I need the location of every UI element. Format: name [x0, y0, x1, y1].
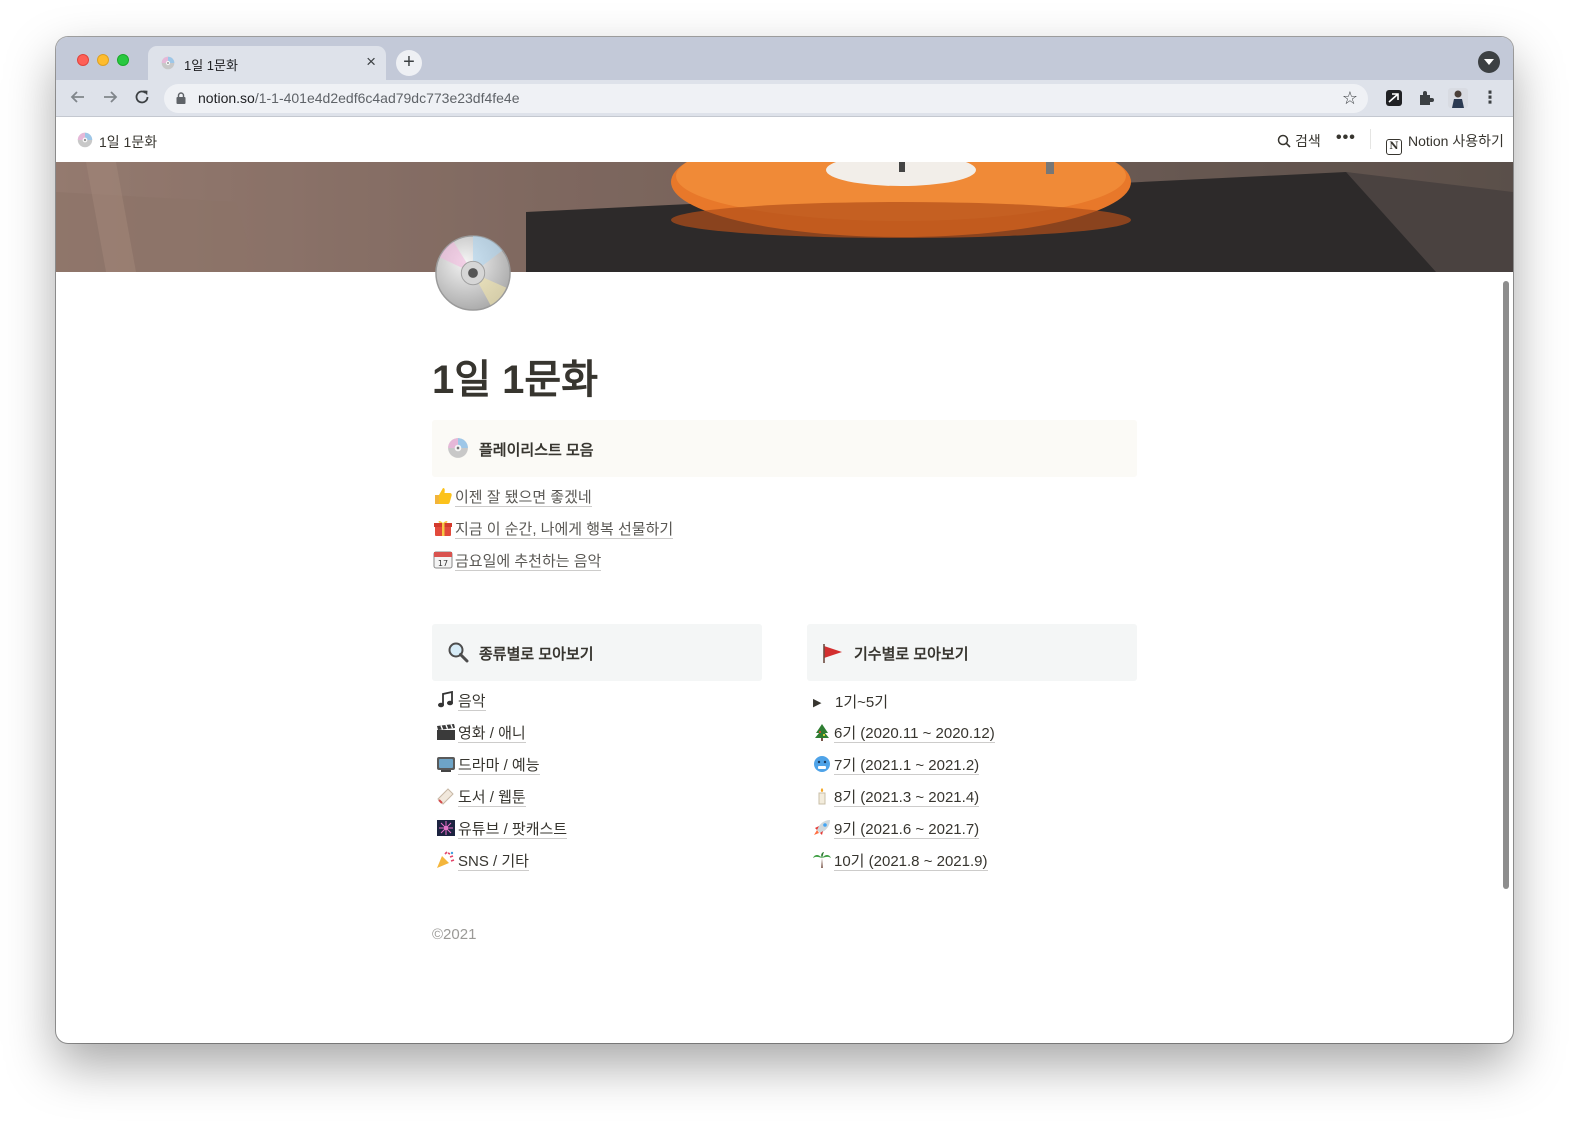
party-popper-icon — [437, 851, 455, 868]
browser-toolbar: notion.so/1-1-401e4d2edf6c4ad79dc773e23d… — [56, 80, 1513, 117]
television-icon — [437, 757, 455, 772]
breadcrumb-page-title[interactable]: 1일 1문화 — [99, 132, 157, 152]
more-options-button[interactable]: ••• — [1336, 129, 1356, 147]
browser-tab-active[interactable]: 1일 1문화 × — [148, 46, 386, 80]
callout-cohort[interactable]: 기수별로 모아보기 — [807, 624, 1137, 681]
bookmark-icon — [437, 788, 454, 805]
toggle-block[interactable]: ▶ 1기~5기 — [813, 691, 888, 712]
try-notion-label: Notion 사용하기 — [1408, 133, 1504, 149]
genre-link[interactable]: 음악 — [436, 690, 486, 711]
lock-icon — [176, 92, 186, 104]
genre-link[interactable]: 드라마 / 예능 — [436, 754, 540, 775]
cohort-link-label: 6기 (2020.11 ~ 2020.12) — [834, 725, 995, 743]
close-window-button[interactable] — [77, 54, 89, 66]
calendar-icon: 17 — [433, 551, 453, 569]
browser-menu-icon[interactable]: ⋮ — [1480, 88, 1500, 108]
fireworks-icon — [437, 820, 455, 836]
callout-cohort-title: 기수별로 모아보기 — [854, 646, 969, 663]
new-tab-button[interactable]: + — [396, 50, 422, 76]
playlist-link-label: 지금 이 순간, 나에게 행복 선물하기 — [455, 521, 674, 539]
cohort-link[interactable]: 7기 (2021.1 ~ 2021.2) — [812, 754, 980, 775]
profile-avatar-icon[interactable] — [1448, 88, 1468, 108]
cd-disc-icon — [77, 132, 93, 148]
toggle-label: 1기~5기 — [835, 694, 889, 711]
reload-icon[interactable] — [132, 88, 152, 108]
tab-title: 1일 1문화 — [184, 58, 238, 73]
cohort-link[interactable]: 10기 (2021.8 ~ 2021.9) — [812, 850, 988, 871]
genre-link[interactable]: 유튜브 / 팟캐스트 — [436, 818, 568, 839]
playlist-link-label: 금요일에 추천하는 음악 — [455, 553, 602, 571]
cohort-link[interactable]: 8기 (2021.3 ~ 2021.4) — [812, 786, 980, 807]
cd-disc-icon — [161, 56, 175, 70]
gift-icon — [434, 520, 452, 536]
page-title[interactable]: 1일 1문화 — [432, 347, 598, 405]
cohort-link[interactable]: 6기 (2020.11 ~ 2020.12) — [812, 722, 995, 743]
callout-genre[interactable]: 종류별로 모아보기 — [432, 624, 762, 681]
cohort-link-label: 8기 (2021.3 ~ 2021.4) — [834, 789, 980, 807]
playlist-link-label: 이젠 잘 됐으면 좋겠네 — [455, 489, 592, 507]
genre-link-label: 음악 — [458, 693, 486, 711]
notion-topbar: 1일 1문화 검색 ••• N Notion 사용하기 — [56, 117, 1513, 162]
genre-link-label: 영화 / 애니 — [458, 725, 526, 743]
callout-genre-title: 종류별로 모아보기 — [479, 646, 594, 663]
genre-link[interactable]: 도서 / 웹툰 — [436, 786, 526, 807]
tab-close-icon[interactable]: × — [366, 52, 376, 72]
red-flag-icon — [823, 644, 842, 663]
svg-text:17: 17 — [438, 559, 448, 568]
playlist-link[interactable]: 17 금요일에 추천하는 음악 — [433, 550, 602, 571]
clapper-board-icon — [437, 724, 455, 740]
genre-link[interactable]: SNS / 기타 — [436, 850, 529, 871]
candle-icon — [818, 788, 826, 805]
genre-link-label: SNS / 기타 — [458, 853, 529, 871]
browser-window: 1일 1문화 × + notion.so/1-1-401e4d2edf6c4ad… — [56, 37, 1513, 1043]
back-arrow-icon[interactable] — [68, 88, 88, 108]
tab-strip: 1일 1문화 × + — [56, 37, 1513, 80]
music-note-icon — [438, 691, 453, 708]
url-path: /1-1-401e4d2edf6c4ad79dc773e23df4fe4e — [254, 90, 520, 106]
rocket-icon — [814, 820, 830, 835]
search-icon — [1277, 134, 1291, 148]
minimize-window-button[interactable] — [97, 54, 109, 66]
cd-disc-icon — [448, 438, 468, 458]
extension-send-icon[interactable] — [1385, 89, 1403, 107]
callout-playlist-title: 플레이리스트 모음 — [479, 442, 594, 459]
palm-tree-icon — [813, 852, 831, 868]
tab-search-dropdown-icon[interactable] — [1478, 51, 1500, 73]
topbar-divider — [1370, 129, 1371, 149]
try-notion-button[interactable]: N Notion 사용하기 — [1386, 131, 1504, 155]
magnifying-glass-icon — [448, 642, 469, 663]
cohort-link-label: 9기 (2021.6 ~ 2021.7) — [834, 821, 980, 839]
search-button[interactable]: 검색 — [1277, 131, 1321, 151]
forward-arrow-icon[interactable] — [100, 88, 120, 108]
url-text: notion.so/1-1-401e4d2edf6c4ad79dc773e23d… — [198, 90, 520, 106]
cohort-link-label: 10기 (2021.8 ~ 2021.9) — [834, 853, 988, 871]
genre-link-label: 드라마 / 예능 — [458, 757, 540, 775]
search-label: 검색 — [1295, 133, 1321, 149]
cohort-link[interactable]: 9기 (2021.6 ~ 2021.7) — [812, 818, 980, 839]
cd-disc-page-icon[interactable] — [434, 234, 512, 312]
bookmark-star-icon[interactable]: ☆ — [1342, 88, 1358, 108]
christmas-tree-icon — [815, 724, 829, 741]
cohort-link-label: 7기 (2021.1 ~ 2021.2) — [834, 757, 980, 775]
page-cover-image — [56, 162, 1513, 272]
callout-playlist[interactable]: 플레이리스트 모음 — [432, 420, 1137, 477]
notion-logo-icon: N — [1386, 139, 1402, 155]
page-footer: ©2021 — [432, 926, 477, 943]
genre-link-label: 유튜브 / 팟캐스트 — [458, 821, 568, 839]
genre-link-label: 도서 / 웹툰 — [458, 789, 526, 807]
cold-face-icon — [814, 756, 830, 772]
extensions-puzzle-icon[interactable] — [1417, 89, 1435, 107]
desktop: 1일 1문화 × + notion.so/1-1-401e4d2edf6c4ad… — [0, 0, 1574, 1121]
playlist-link[interactable]: 이젠 잘 됐으면 좋겠네 — [433, 486, 592, 507]
genre-link[interactable]: 영화 / 애니 — [436, 722, 526, 743]
thumbs-up-icon — [435, 488, 452, 504]
page-scrollbar[interactable] — [1503, 281, 1509, 889]
maximize-window-button[interactable] — [117, 54, 129, 66]
playlist-link[interactable]: 지금 이 순간, 나에게 행복 선물하기 — [433, 518, 674, 539]
triangle-right-icon[interactable]: ▶ — [813, 696, 831, 709]
url-host: notion.so — [198, 90, 255, 106]
address-bar[interactable]: notion.so/1-1-401e4d2edf6c4ad79dc773e23d… — [164, 84, 1368, 113]
